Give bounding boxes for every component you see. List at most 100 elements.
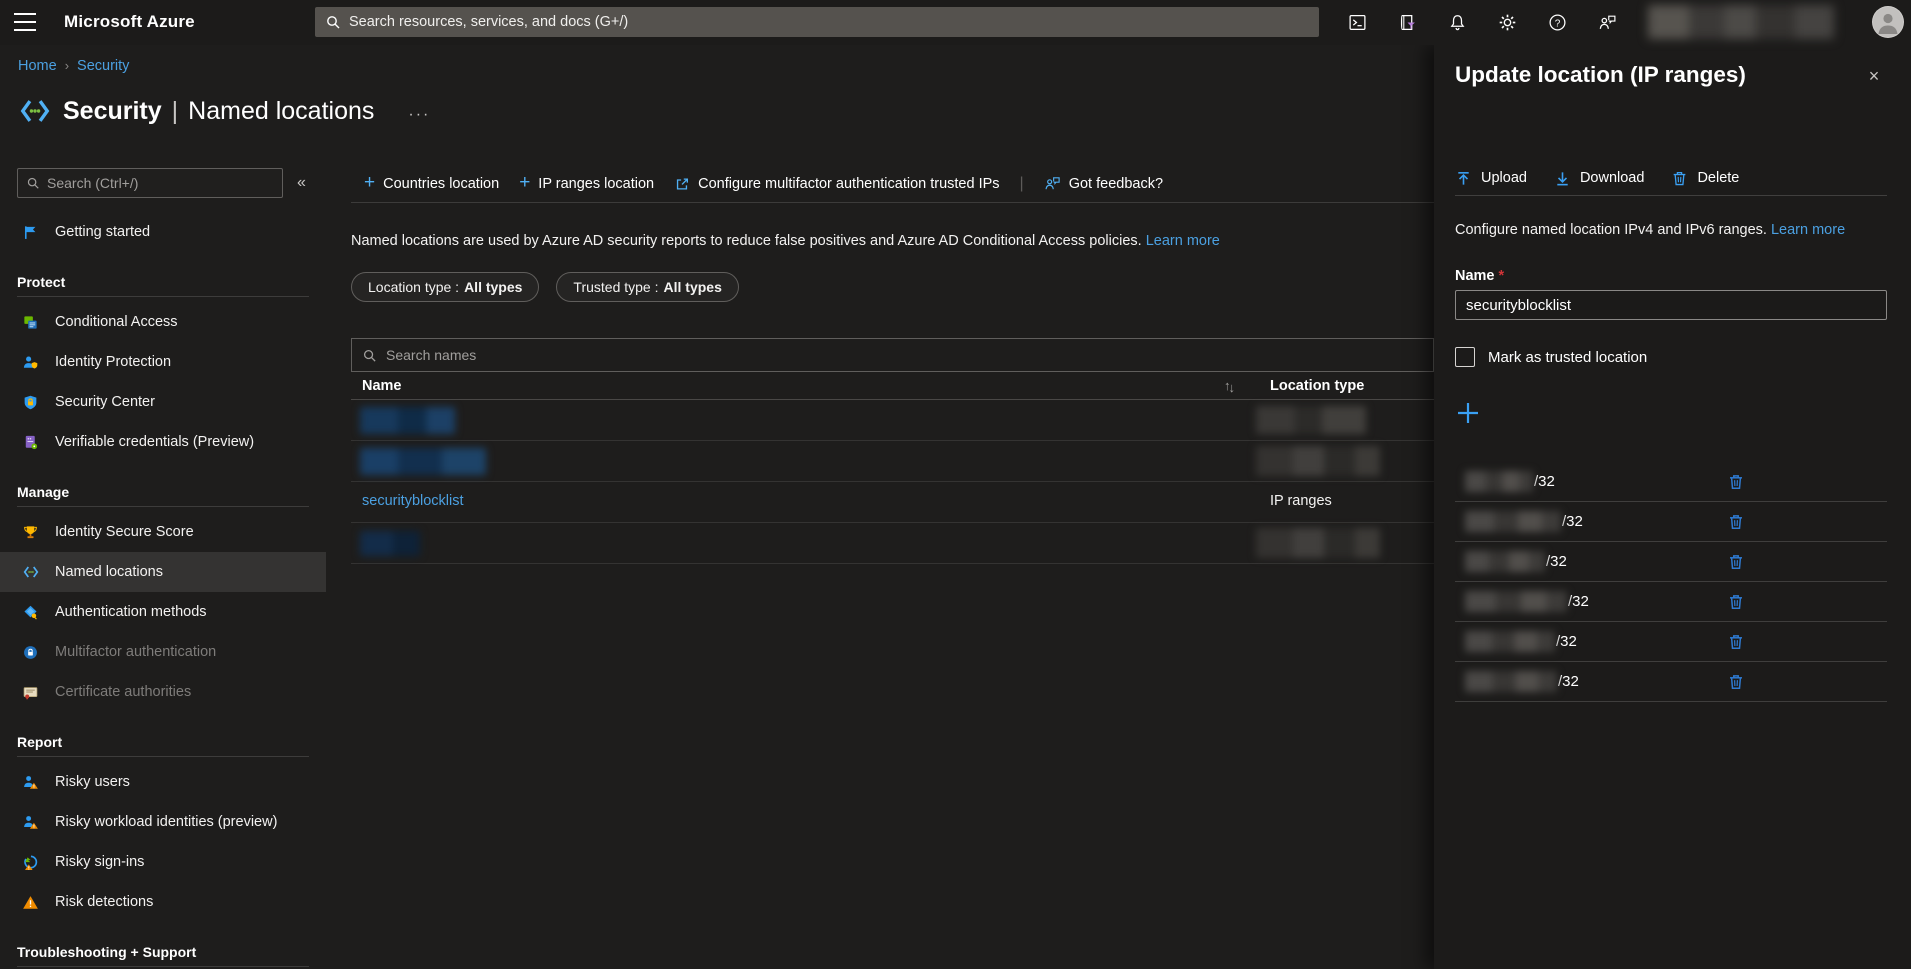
global-search-input[interactable] [349, 14, 1309, 30]
main-content: + Countries location + IP ranges locatio… [326, 165, 1434, 969]
top-bar: Microsoft Azure ? [0, 0, 1911, 45]
table-row[interactable] [351, 441, 1434, 482]
upload-button[interactable]: Upload [1455, 170, 1527, 187]
account-info-redacted [1648, 5, 1834, 39]
delete-ip-icon[interactable] [1727, 593, 1745, 611]
search-names-input[interactable] [386, 347, 1423, 363]
sidebar-item-identity-protection[interactable]: Identity Protection [0, 342, 326, 382]
sidebar-item-certificate-authorities[interactable]: Certificate authorities [0, 672, 326, 712]
name-field[interactable] [1455, 290, 1887, 320]
delete-ip-icon[interactable] [1727, 513, 1745, 531]
title-more-button[interactable]: ··· [408, 98, 430, 124]
trusted-location-checkbox[interactable] [1455, 347, 1475, 367]
ip-ranges-location-button[interactable]: + IP ranges location [519, 174, 654, 193]
delete-ip-icon[interactable] [1727, 473, 1745, 491]
column-header-name[interactable]: Name [362, 378, 402, 394]
sidebar-item-authentication-methods[interactable]: Authentication methods [0, 592, 326, 632]
notifications-bell-icon[interactable] [1432, 0, 1482, 45]
svg-text:?: ? [1554, 18, 1560, 29]
conditional-access-icon [22, 313, 42, 331]
settings-gear-icon[interactable] [1482, 0, 1532, 45]
securityblocklist-link[interactable]: securityblocklist [362, 493, 464, 509]
breadcrumb-home-link[interactable]: Home [18, 58, 57, 74]
trusted-location-option[interactable]: Mark as trusted location [1455, 347, 1887, 367]
sidebar-item-risky-users[interactable]: Risky users [0, 762, 326, 802]
sidebar-item-conditional-access[interactable]: Conditional Access [0, 302, 326, 342]
sidebar-item-getting-started[interactable]: Getting started [0, 212, 326, 252]
divider [17, 506, 309, 507]
topbar-icon-group: ? [1332, 0, 1632, 45]
redacted-ip [1465, 511, 1561, 532]
cloud-shell-icon[interactable] [1332, 0, 1382, 45]
flag-icon [22, 223, 42, 241]
column-header-location-type[interactable]: Location type [1270, 378, 1364, 394]
table-row-securityblocklist[interactable]: securityblocklist IP ranges [351, 482, 1434, 523]
sidebar-item-multifactor-authentication[interactable]: Multifactor authentication [0, 632, 326, 672]
breadcrumb: Home›Security [18, 58, 129, 74]
plus-icon: + [364, 173, 375, 192]
sort-icon[interactable]: ↑↓ [1224, 378, 1235, 393]
certificate-icon [22, 683, 42, 701]
brand-title[interactable]: Microsoft Azure [64, 12, 195, 32]
redacted-location-type [1256, 528, 1380, 558]
table-header: Name ↑↓ Location type [351, 372, 1434, 400]
sidebar-section-protect: Protect [0, 271, 326, 293]
sidebar-search[interactable] [17, 168, 283, 198]
mfa-lock-icon [22, 643, 42, 661]
search-icon [362, 348, 377, 363]
delete-button[interactable]: Delete [1671, 170, 1739, 187]
download-icon [1554, 170, 1571, 187]
sidebar-collapse-button[interactable]: « [297, 174, 306, 192]
divider [17, 966, 309, 967]
ip-range-row[interactable]: /32 [1455, 502, 1887, 542]
warning-triangle-icon [22, 893, 42, 911]
trusted-type-filter[interactable]: Trusted type :All types [556, 272, 738, 302]
help-icon[interactable]: ? [1532, 0, 1582, 45]
configure-mfa-trusted-ips-button[interactable]: Configure multifactor authentication tru… [674, 176, 999, 192]
global-search[interactable] [315, 7, 1319, 37]
add-ip-range-button[interactable] [1455, 400, 1481, 426]
divider [17, 296, 309, 297]
ip-range-row[interactable]: /32 [1455, 542, 1887, 582]
upload-icon [1455, 170, 1472, 187]
delete-trash-icon [1671, 170, 1688, 187]
verifiable-credentials-icon [22, 433, 42, 451]
sidebar-search-input[interactable] [47, 175, 274, 191]
delete-ip-icon[interactable] [1727, 633, 1745, 651]
delete-ip-icon[interactable] [1727, 673, 1745, 691]
download-button[interactable]: Download [1554, 170, 1645, 187]
table-row[interactable] [351, 400, 1434, 441]
ip-range-row[interactable]: /32 [1455, 662, 1887, 702]
hamburger-menu-icon[interactable] [14, 13, 36, 31]
avatar[interactable] [1872, 6, 1904, 38]
ip-range-row[interactable]: /32 [1455, 622, 1887, 662]
breadcrumb-security-link[interactable]: Security [77, 58, 129, 74]
page-title: Security [63, 97, 162, 126]
sidebar-section-troubleshooting: Troubleshooting + Support [0, 941, 326, 963]
risky-workload-icon [22, 813, 42, 831]
sidebar-item-risky-sign-ins[interactable]: Risky sign-ins [0, 842, 326, 882]
redacted-name [360, 407, 455, 434]
sidebar-item-identity-secure-score[interactable]: Identity Secure Score [0, 512, 326, 552]
got-feedback-button[interactable]: Got feedback? [1044, 175, 1163, 192]
sidebar-item-named-locations[interactable]: Named locations [0, 552, 326, 592]
ip-range-row[interactable]: /32 [1455, 582, 1887, 622]
sidebar-item-risky-workload-identities[interactable]: Risky workload identities (preview) [0, 802, 326, 842]
delete-ip-icon[interactable] [1727, 553, 1745, 571]
feedback-icon[interactable] [1582, 0, 1632, 45]
learn-more-link[interactable]: Learn more [1771, 222, 1845, 238]
ip-range-list: /32 /32 /32 /32 [1455, 462, 1887, 702]
page-subtitle: Named locations [188, 97, 374, 126]
ip-range-row[interactable]: /32 [1455, 462, 1887, 502]
learn-more-link[interactable]: Learn more [1146, 233, 1220, 249]
directory-filter-icon[interactable] [1382, 0, 1432, 45]
sidebar-item-risk-detections[interactable]: Risk detections [0, 882, 326, 922]
table-row[interactable] [351, 523, 1434, 564]
location-type-filter[interactable]: Location type :All types [351, 272, 539, 302]
sidebar-item-verifiable-credentials[interactable]: Verifiable credentials (Preview) [0, 422, 326, 462]
search-names-box[interactable] [351, 338, 1434, 372]
countries-location-button[interactable]: + Countries location [364, 174, 499, 193]
sidebar-item-security-center[interactable]: Security Center [0, 382, 326, 422]
redacted-ip [1465, 671, 1557, 692]
close-icon[interactable]: × [1861, 63, 1887, 89]
